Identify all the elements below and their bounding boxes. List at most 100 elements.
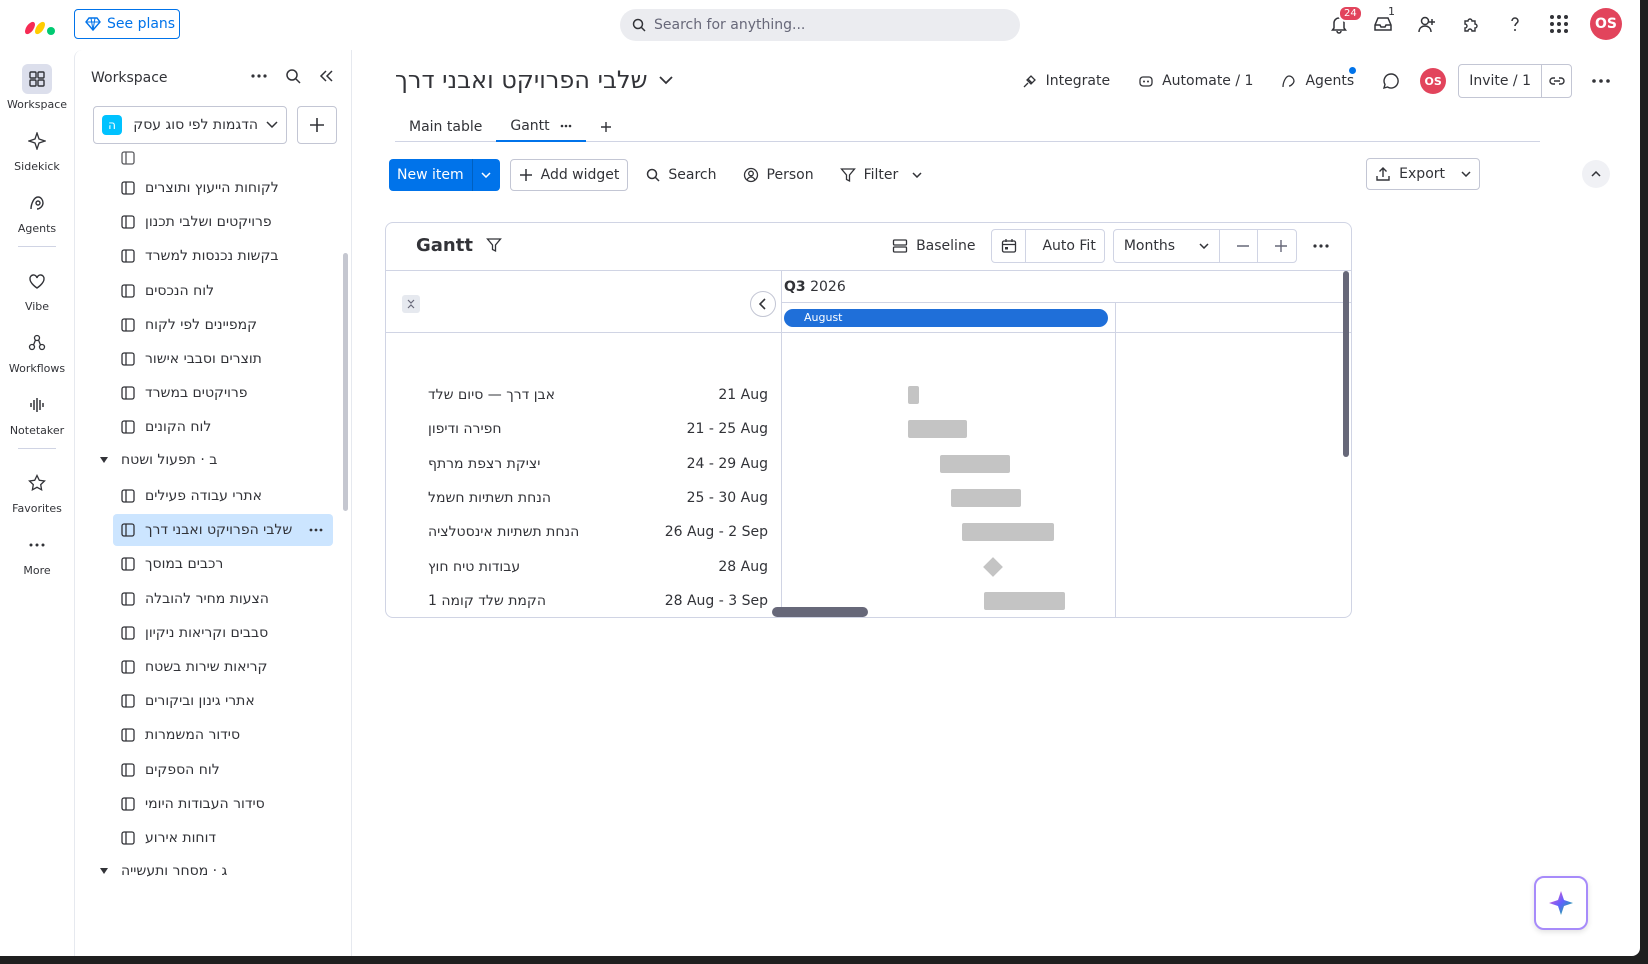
new-item-button[interactable]: New item xyxy=(389,159,500,191)
gantt-bar[interactable] xyxy=(907,420,967,439)
apps-puzzle-icon[interactable] xyxy=(1458,11,1484,37)
sidebar-scrollbar[interactable] xyxy=(343,253,348,511)
rail-more[interactable]: More xyxy=(0,530,74,577)
list-item[interactable]: אתרי גינון וביקורים xyxy=(113,685,333,717)
gantt-horizontal-scrollbar[interactable] xyxy=(772,607,868,617)
add-workspace-item-button[interactable] xyxy=(297,106,337,144)
gantt-bar[interactable] xyxy=(961,523,1054,542)
export-button[interactable]: Export xyxy=(1366,158,1480,190)
rail-vibe[interactable]: Vibe xyxy=(0,266,74,313)
list-item[interactable]: קמפיינים לפי לקוח xyxy=(113,309,333,341)
gantt-bar[interactable] xyxy=(940,454,1011,473)
see-plans-button[interactable]: See plans xyxy=(74,9,180,39)
rail-agents[interactable]: Agents xyxy=(0,188,74,235)
tab-more-icon[interactable] xyxy=(560,124,572,128)
sidebar-folder-b[interactable]: ב · תפעול ושטח xyxy=(99,446,217,474)
list-item[interactable]: סבבים וקריאות ניקיון xyxy=(113,617,333,649)
board-owner-avatar[interactable]: OS xyxy=(1420,68,1447,94)
tab-gantt[interactable]: Gantt xyxy=(496,112,586,142)
item-more-icon[interactable] xyxy=(309,528,323,532)
help-icon[interactable] xyxy=(1502,11,1528,37)
table-row[interactable]: יציקת רצפת מרתף 24 - 29 Aug xyxy=(428,450,768,478)
inbox-count-badge: 1 xyxy=(1388,5,1395,18)
table-row[interactable]: הנחת תשתיות אינסטלציה 26 Aug - 2 Sep xyxy=(428,518,768,546)
monday-logo-icon[interactable] xyxy=(24,12,58,38)
scale-select[interactable]: Months xyxy=(1114,230,1220,262)
list-item[interactable]: רכבים במוסך xyxy=(113,548,333,580)
board-search-button[interactable]: Search xyxy=(638,159,724,191)
table-row[interactable]: הנחת תשתיות חשמל 25 - 30 Aug xyxy=(428,484,768,512)
filter-button[interactable]: Filter xyxy=(832,159,931,191)
list-item[interactable]: לוח הנכסים xyxy=(113,275,333,307)
gantt-milestone[interactable] xyxy=(982,556,1003,577)
list-item[interactable]: לוח הקונים xyxy=(113,411,333,443)
gantt-bar[interactable] xyxy=(907,386,919,404)
inbox-icon[interactable]: 1 xyxy=(1370,5,1396,37)
rail-favorites[interactable]: Favorites xyxy=(0,468,74,515)
rail-workspace[interactable]: Workspace xyxy=(0,64,74,111)
collapse-all-icon[interactable] xyxy=(402,295,420,313)
list-item[interactable]: הצעות מחיר להובלה xyxy=(113,583,333,615)
collapse-header-icon[interactable] xyxy=(1582,160,1610,188)
table-row[interactable]: אבן דרך — סיום שלד 21 Aug xyxy=(428,381,768,409)
app-grid-icon[interactable] xyxy=(1546,11,1572,37)
list-item[interactable]: סידור המשמרות xyxy=(113,719,333,751)
ai-assistant-button[interactable] xyxy=(1534,876,1588,930)
list-item[interactable]: שלבי הפרויקט ואבני דרך xyxy=(113,514,333,547)
list-item[interactable]: לוח הספקים xyxy=(113,754,333,786)
integrate-button[interactable]: Integrate xyxy=(1014,69,1118,93)
add-view-icon[interactable] xyxy=(586,112,626,142)
task-name: עבודות טיח חוץ xyxy=(428,558,521,575)
chevron-down-icon[interactable] xyxy=(471,159,500,191)
list-item[interactable]: לקוחות הייעוץ ותוצרים xyxy=(113,172,333,204)
invite-button[interactable]: Invite / 1 xyxy=(1458,64,1572,98)
global-search-input[interactable]: Search for anything... xyxy=(620,9,1020,41)
board-more-icon[interactable] xyxy=(1584,75,1618,87)
add-widget-button[interactable]: Add widget xyxy=(509,159,629,191)
list-item[interactable]: סידור העבודות היומי xyxy=(113,788,333,820)
tab-main-table[interactable]: Main table xyxy=(395,112,496,142)
more-options-icon[interactable] xyxy=(251,74,267,78)
table-row[interactable]: חפירה ודיפון 21 - 25 Aug xyxy=(428,415,768,443)
rail-notetaker[interactable]: Notetaker xyxy=(0,390,74,437)
automate-button[interactable]: Automate / 1 xyxy=(1130,69,1261,93)
agents-button[interactable]: Agents xyxy=(1273,67,1362,93)
notifications-bell-icon[interactable]: 24 xyxy=(1326,5,1363,37)
list-item[interactable]: תוצרים וסבבי אישור xyxy=(113,343,333,375)
list-item[interactable]: בקשות נכנסות למשרד xyxy=(113,240,333,272)
gantt-bar[interactable] xyxy=(983,591,1065,610)
auto-fit-button[interactable]: Auto Fit xyxy=(1034,238,1103,254)
chevron-down-icon[interactable] xyxy=(912,172,922,178)
table-row[interactable]: הקמת שלד קומה 1 28 Aug - 3 Sep xyxy=(428,587,768,615)
user-avatar[interactable]: OS xyxy=(1590,8,1622,40)
sidebar-search-icon[interactable] xyxy=(285,68,301,84)
sidebar-folder-c[interactable]: ג · מסחר ותעשייה xyxy=(99,857,227,885)
chevron-left-icon[interactable] xyxy=(750,291,776,317)
list-item[interactable]: קריאות שירות בשטח xyxy=(113,651,333,683)
list-item[interactable]: דוחות אירוע xyxy=(113,822,333,854)
board-title[interactable]: שלבי הפרויקט ואבני דרך xyxy=(395,66,674,94)
rail-sidekick[interactable]: Sidekick xyxy=(0,126,74,173)
gantt-bar[interactable] xyxy=(951,488,1022,507)
gantt-filter-icon[interactable] xyxy=(486,237,502,253)
calendar-icon[interactable] xyxy=(992,230,1027,262)
board-icon xyxy=(121,523,135,537)
list-item[interactable]: אתרי עבודה פעילים xyxy=(113,480,333,512)
zoom-in-icon[interactable] xyxy=(1266,230,1296,262)
baseline-button[interactable]: Baseline xyxy=(884,229,983,263)
list-item[interactable]: פרויקטים ושלבי תכנון xyxy=(113,206,333,238)
updates-button[interactable] xyxy=(1374,68,1408,94)
invite-members-icon[interactable] xyxy=(1414,11,1440,37)
list-item[interactable] xyxy=(113,150,333,174)
copy-link-icon[interactable] xyxy=(1541,65,1571,97)
collapse-sidebar-icon[interactable] xyxy=(319,70,333,82)
workspace-selector[interactable]: ה הדגמות לפי סוג עסק xyxy=(93,106,287,144)
list-item[interactable]: פרויקטים במשרד xyxy=(113,377,333,409)
rail-workflows[interactable]: Workflows xyxy=(0,328,74,375)
person-icon xyxy=(743,167,759,183)
gantt-vertical-scrollbar[interactable] xyxy=(1343,271,1349,457)
zoom-out-icon[interactable] xyxy=(1228,230,1258,262)
person-filter-button[interactable]: Person xyxy=(735,159,822,191)
table-row[interactable]: עבודות טיח חוץ 28 Aug xyxy=(428,553,768,581)
gantt-more-icon[interactable] xyxy=(1305,229,1337,263)
